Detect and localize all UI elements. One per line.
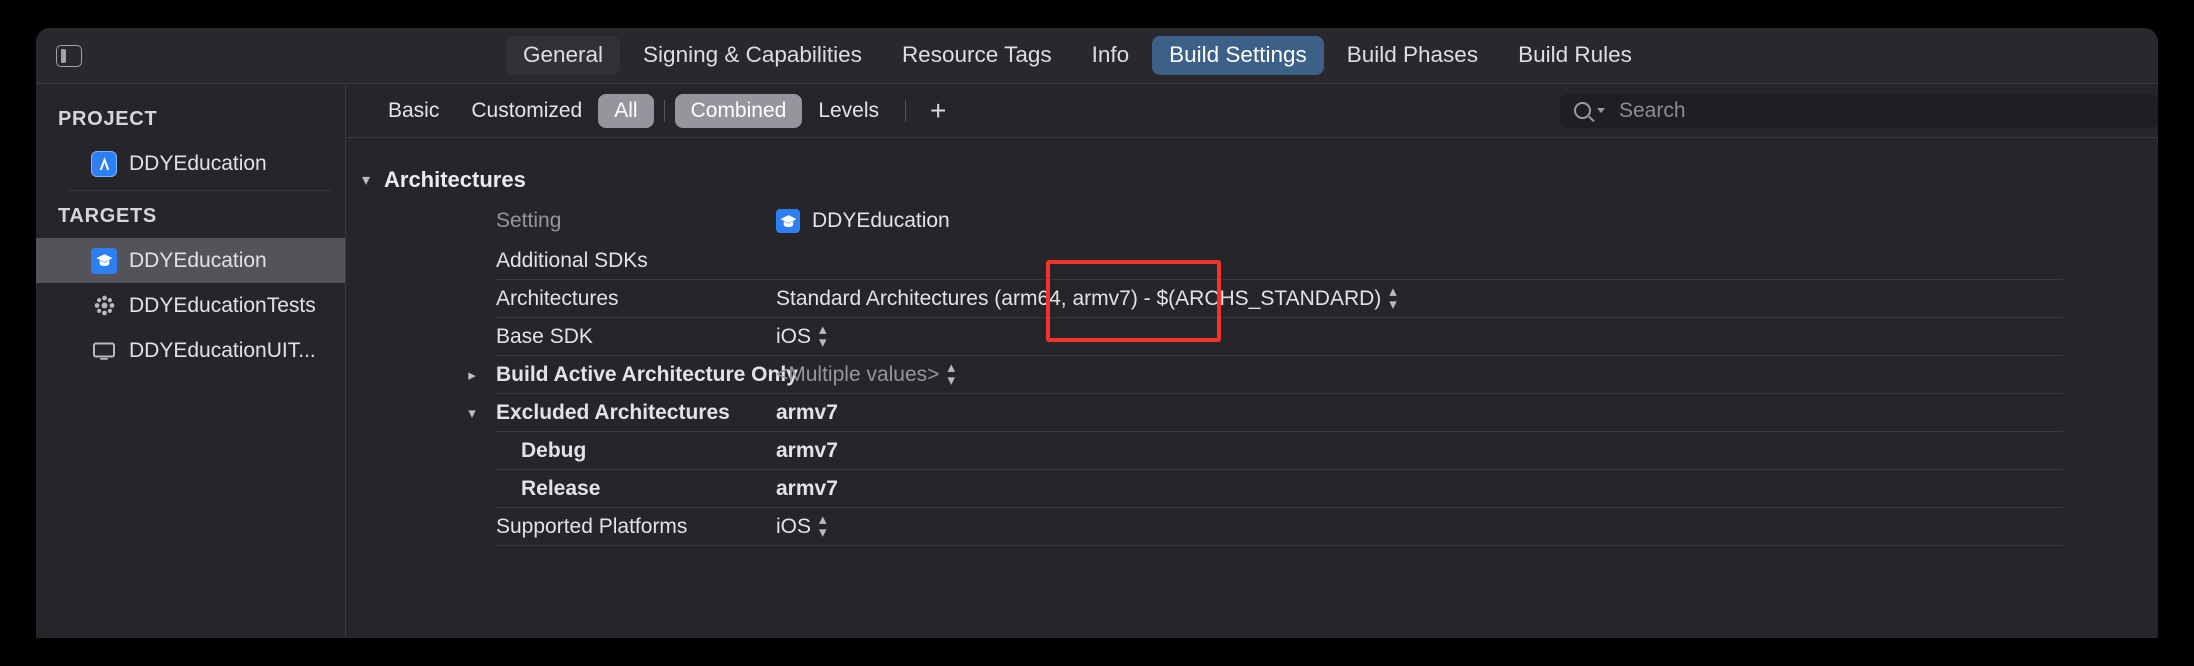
editor-body: PROJECT DDYEducation TARGETS DDYEducatio… — [36, 84, 2158, 638]
stepper-icon[interactable]: ▴ ▾ — [1389, 284, 1396, 311]
stepper-icon[interactable]: ▴ ▾ — [819, 322, 826, 349]
row-divider — [496, 545, 2063, 546]
tab-build-phases[interactable]: Build Phases — [1330, 36, 1495, 75]
tab-list: General Signing & Capabilities Resource … — [506, 36, 1649, 75]
setting-name: Architectures — [496, 287, 619, 310]
xcode-project-editor-window: General Signing & Capabilities Resource … — [36, 28, 2158, 638]
sidebar-divider — [68, 190, 331, 191]
search-placeholder: Search — [1619, 98, 1686, 122]
sidebar-section-project: PROJECT — [58, 108, 158, 130]
unit-test-target-icon — [91, 293, 117, 319]
search-icon — [1574, 102, 1591, 119]
tab-resource-tags[interactable]: Resource Tags — [885, 36, 1069, 75]
setting-value[interactable]: armv7 — [776, 439, 2158, 463]
settings-column-header: Setting DDYEducation — [346, 200, 2158, 242]
setting-name: Release — [521, 477, 601, 500]
app-target-icon — [91, 247, 117, 274]
table-row[interactable]: ▾ Excluded Architectures armv7 — [346, 394, 2158, 432]
project-targets-sidebar: PROJECT DDYEducation TARGETS DDYEducatio… — [36, 84, 346, 638]
setting-name: Additional SDKs — [496, 249, 648, 272]
setting-value[interactable]: <Multiple values> ▴ ▾ — [776, 360, 2158, 387]
build-settings-table: ▾ Architectures Setting DDYEducation Add… — [346, 138, 2158, 638]
setting-value[interactable]: iOS ▴ ▾ — [776, 322, 2158, 349]
table-row[interactable]: Additional SDKs — [346, 242, 2158, 280]
table-row[interactable]: Architectures Standard Architectures (ar… — [346, 280, 2158, 318]
column-header-target-label: DDYEducation — [812, 209, 950, 232]
sidebar-item-project-ddyeducation[interactable]: DDYEducation — [36, 141, 345, 186]
chevron-down-icon[interactable] — [1597, 108, 1605, 113]
table-row[interactable]: Supported Platforms iOS ▴ ▾ — [346, 508, 2158, 546]
table-row[interactable]: Release armv7 — [346, 470, 2158, 508]
setting-value[interactable]: armv7 — [776, 401, 2158, 425]
setting-value-text: iOS — [776, 325, 812, 348]
setting-name: Supported Platforms — [496, 515, 688, 538]
filter-customized[interactable]: Customized — [455, 94, 598, 128]
setting-value[interactable]: iOS ▴ ▾ — [776, 512, 2158, 539]
setting-name: Base SDK — [496, 325, 593, 348]
table-row[interactable]: ▸ Build Active Architecture Only <Multip… — [346, 356, 2158, 394]
search-input[interactable]: Search — [1560, 93, 2158, 128]
setting-value-text: iOS — [776, 515, 812, 538]
column-header-setting: Setting — [496, 209, 562, 232]
sidebar-toggle-icon[interactable] — [56, 44, 82, 67]
app-target-icon — [776, 209, 800, 233]
column-header-target: DDYEducation — [776, 209, 2158, 233]
add-setting-button[interactable]: + — [916, 96, 960, 125]
sidebar-item-target-ddyeducationuitests[interactable]: DDYEducationUIT... — [36, 328, 345, 373]
sidebar-item-label: DDYEducation — [129, 248, 267, 272]
filter-divider — [905, 99, 907, 122]
build-settings-pane: Basic Customized All Combined Levels + S… — [346, 84, 2158, 638]
setting-name: Excluded Architectures — [496, 401, 730, 424]
setting-value[interactable]: armv7 — [776, 477, 2158, 501]
table-row[interactable]: Debug armv7 — [346, 432, 2158, 470]
chevron-down-icon[interactable]: ▾ — [464, 404, 480, 422]
sidebar-section-targets: TARGETS — [58, 205, 157, 227]
sidebar-item-label: DDYEducation — [129, 151, 267, 175]
tab-build-settings[interactable]: Build Settings — [1152, 36, 1324, 75]
settings-group-architectures[interactable]: ▾ Architectures — [346, 160, 2158, 200]
build-settings-filter-bar: Basic Customized All Combined Levels + S… — [346, 84, 2158, 138]
xcode-project-icon — [91, 150, 117, 177]
sidebar-item-label: DDYEducationUIT... — [129, 338, 316, 362]
settings-group-title: Architectures — [384, 167, 526, 192]
tab-signing-and-capabilities[interactable]: Signing & Capabilities — [626, 36, 879, 75]
chevron-down-icon[interactable]: ▾ — [356, 170, 376, 190]
sidebar-item-label: DDYEducationTests — [129, 293, 316, 317]
table-row[interactable]: Base SDK iOS ▴ ▾ — [346, 318, 2158, 356]
filter-levels[interactable]: Levels — [802, 94, 895, 128]
setting-name: Build Active Architecture Only — [496, 363, 798, 386]
stepper-icon[interactable]: ▴ ▾ — [947, 360, 954, 387]
setting-value-text: <Multiple values> — [776, 363, 940, 386]
chevron-right-icon[interactable]: ▸ — [464, 366, 480, 384]
filter-combined[interactable]: Combined — [674, 93, 803, 128]
tab-info[interactable]: Info — [1075, 36, 1147, 75]
sidebar-item-target-ddyeducationtests[interactable]: DDYEducationTests — [36, 283, 345, 328]
filter-divider — [663, 99, 665, 122]
setting-name: Debug — [521, 439, 587, 462]
stepper-icon[interactable]: ▴ ▾ — [819, 512, 826, 539]
ui-test-target-icon — [91, 338, 117, 364]
tab-general[interactable]: General — [506, 36, 621, 75]
filter-all[interactable]: All — [598, 93, 654, 128]
setting-value[interactable]: Standard Architectures (arm64, armv7) - … — [776, 284, 2158, 311]
setting-value-text: Standard Architectures (arm64, armv7) - … — [776, 287, 1382, 310]
sidebar-item-target-ddyeducation[interactable]: DDYEducation — [36, 238, 345, 283]
filter-basic[interactable]: Basic — [372, 94, 455, 128]
tab-build-rules[interactable]: Build Rules — [1501, 36, 1649, 75]
editor-tab-bar: General Signing & Capabilities Resource … — [36, 28, 2158, 84]
